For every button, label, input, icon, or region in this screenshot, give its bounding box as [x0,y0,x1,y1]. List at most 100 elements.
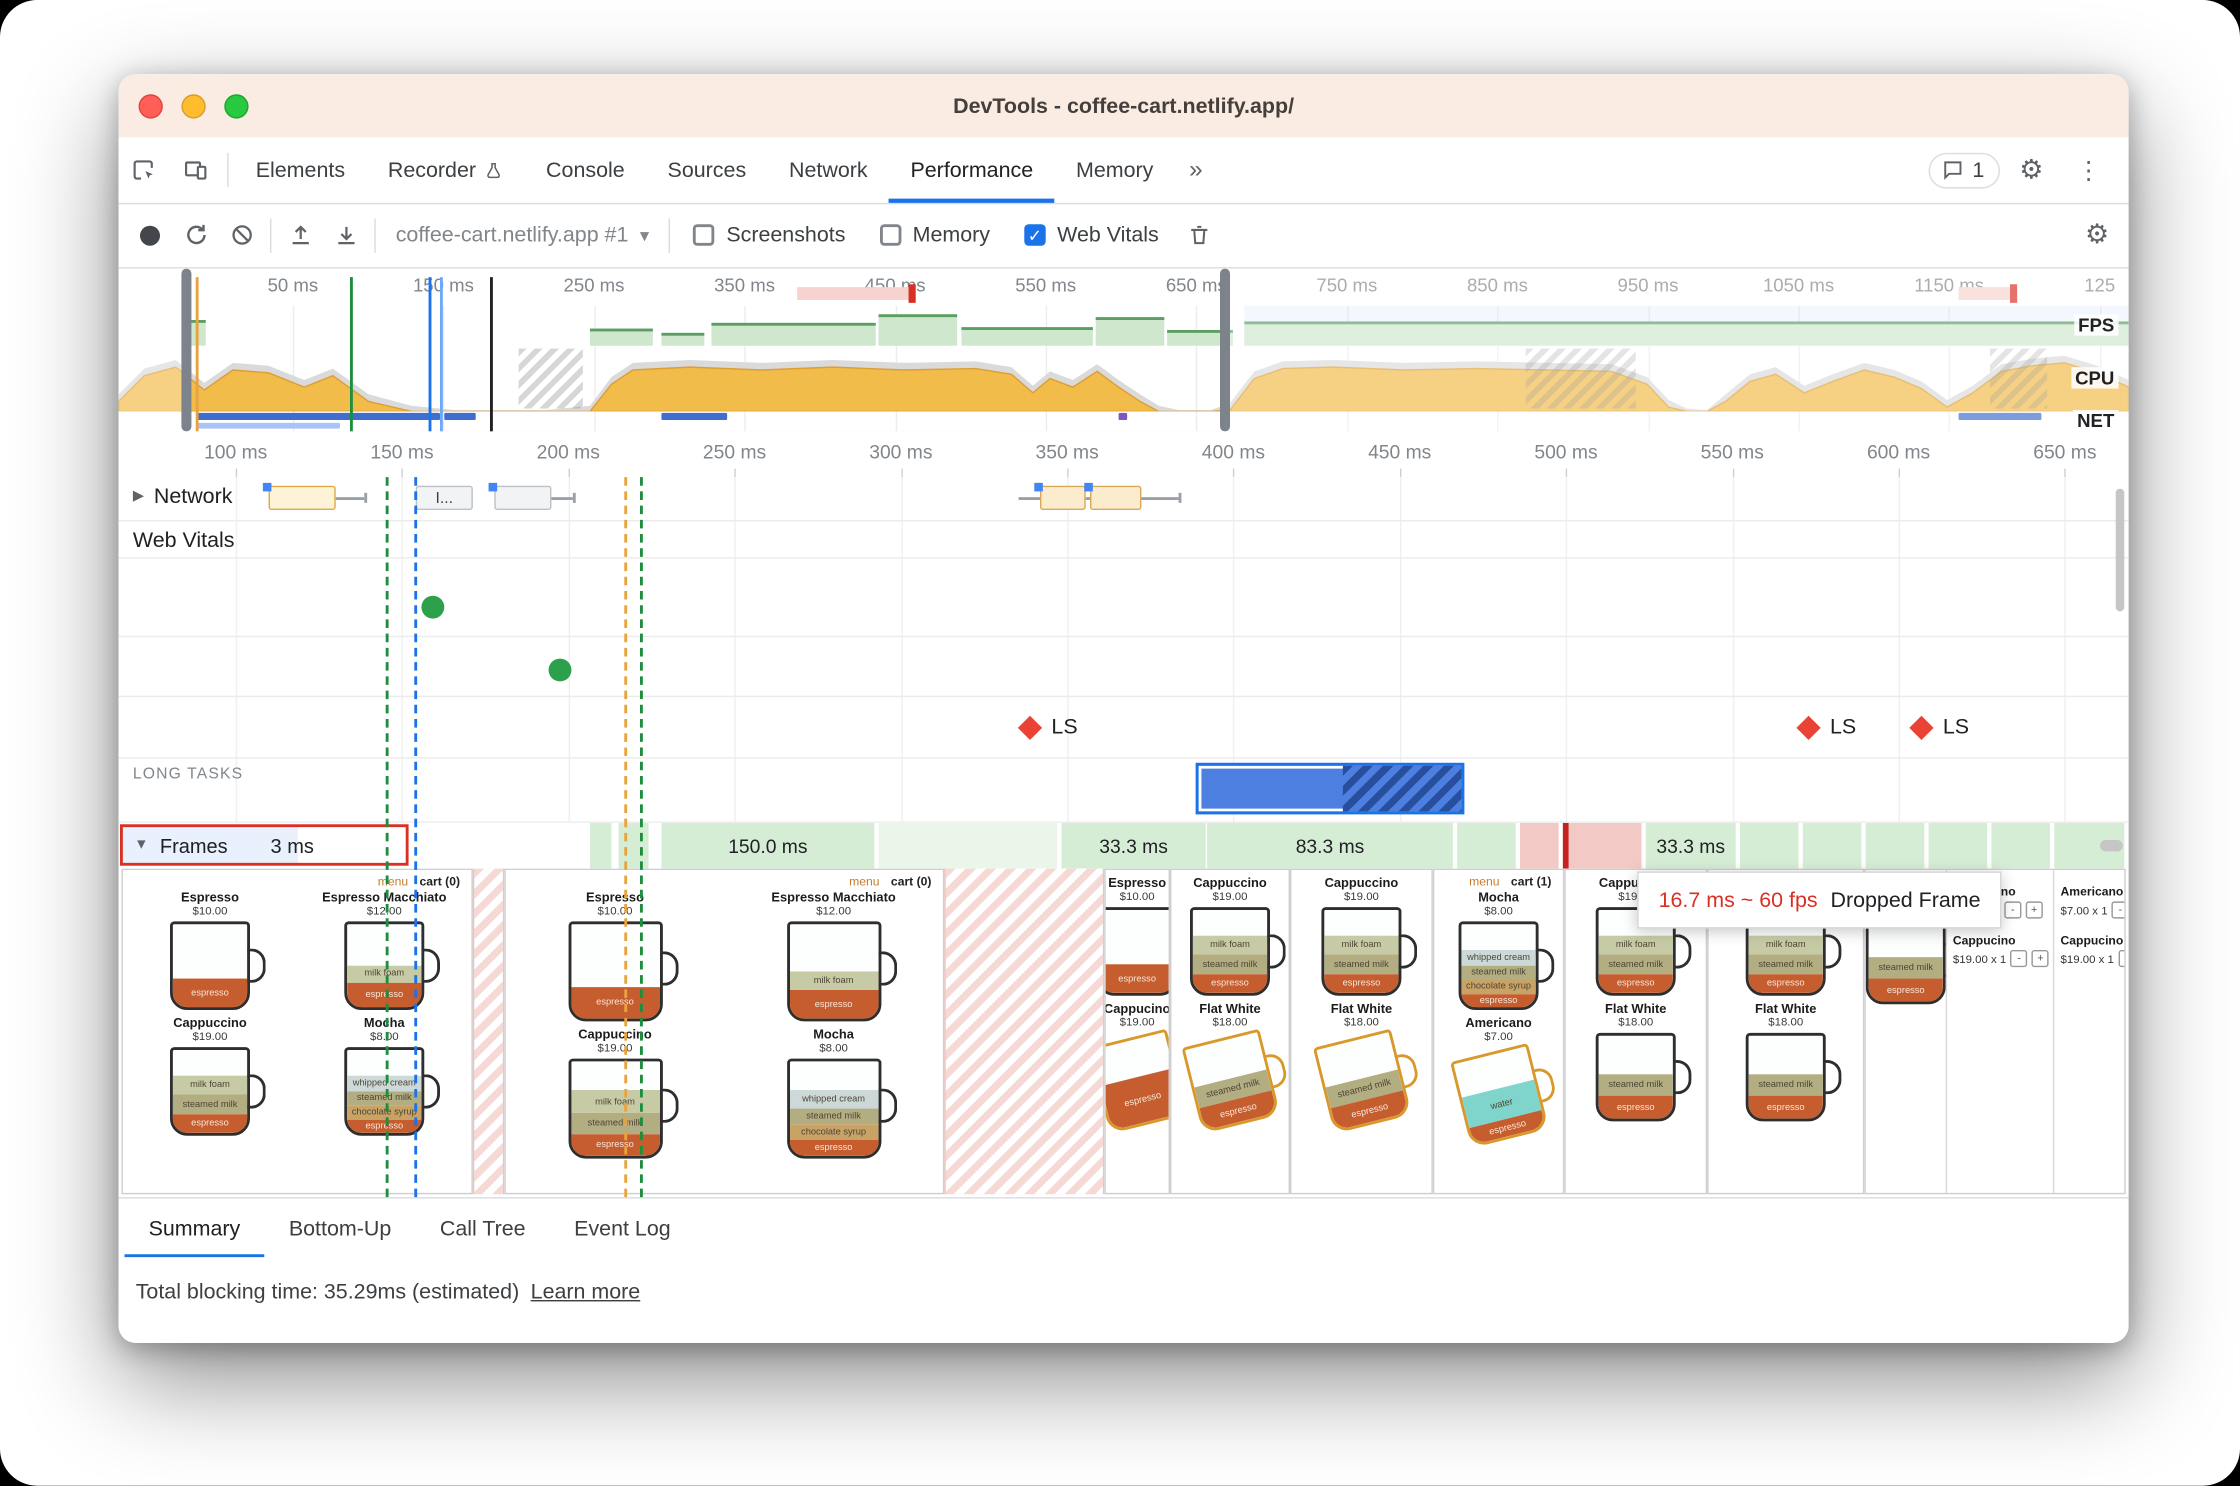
product-flat_white[interactable]: Flat White$18.00steamed milkespresso [1181,1001,1289,1134]
frame-segment-labeled[interactable]: 83.3 ms [1207,822,1455,869]
layout-shift-marker[interactable]: LS [1909,715,1969,739]
product-cappuccino[interactable]: Cappuccino$19.00milk foamsteamed milkesp… [1189,876,1286,996]
frame-segment[interactable] [589,822,613,869]
trash-icon[interactable] [1176,214,1222,257]
reload-and-record-icon[interactable] [173,214,219,257]
product-cappuccino[interactable]: Cappuccino$19.00milk foamsteamed milkesp… [123,1016,297,1136]
frame-segment[interactable] [1739,822,1800,869]
checkbox-screenshots[interactable]: Screenshots [693,223,845,247]
tab-network[interactable]: Network [768,137,889,203]
decrease-quantity-button[interactable]: - [2010,949,2028,968]
nav-menu-link[interactable]: menu [849,874,879,888]
product-cappucino[interactable]: Cappucino $19.00 espresso [1105,1001,1169,1134]
layout-shift-marker[interactable]: LS [1796,715,1856,739]
checkbox-memory[interactable]: Memory [879,223,990,247]
profile-select[interactable]: coffee-cart.netlify.app #1 ▾ [396,223,649,247]
product-mocha[interactable]: Mocha $8.00 whipped cream steamed milk choco… [297,1016,471,1136]
device-toolbar-icon[interactable] [170,146,221,195]
product-flat_white[interactable]: Flat White$18.00steamed milkespresso [1745,1001,1842,1122]
product-espresso[interactable]: Espresso $10.00 espresso [123,890,297,1010]
product-mocha[interactable]: Mocha $8.00 whipped cream steamed milk choco… [1458,890,1555,1010]
nav-cart-link[interactable]: cart (1) [1511,874,1551,888]
decrease-quantity-button[interactable]: - [2118,949,2125,968]
load-profile-icon[interactable] [277,214,323,257]
bottom-tab-event-log[interactable]: Event Log [550,1199,695,1259]
frame-segment[interactable] [1865,822,1926,869]
inspect-element-icon[interactable] [119,146,170,195]
network-request-bar[interactable] [494,485,552,510]
web-vitals-marker-dot[interactable] [548,658,572,682]
filmstrip-frame[interactable]: Cappuccino$19.00milk foamsteamed milkesp… [1289,868,1433,1195]
cart-item[interactable]: Cappucino$19.00 x 1-+ [1953,933,2050,968]
increase-quantity-button[interactable]: + [2031,949,2050,968]
product-espresso_macchiato[interactable]: Espresso Macchiato $12.00 milk foam espress… [724,890,943,1022]
bottom-tab-call-tree[interactable]: Call Tree [416,1199,550,1259]
settings-gear-icon[interactable]: ⚙ [2006,146,2057,195]
frame-segment[interactable] [1928,822,1989,869]
more-options-icon[interactable]: ⋮ [2063,146,2114,195]
bottom-tab-bottom-up[interactable]: Bottom-Up [265,1199,416,1259]
product-mocha[interactable]: Mocha $8.00 whipped cream steamed milk choco… [724,1027,943,1159]
tab-performance[interactable]: Performance [889,137,1055,203]
frame-segment[interactable] [1519,822,1560,869]
cart-item[interactable]: Cappucino$19.00 x 1-+ [2061,933,2125,968]
tab-recorder[interactable]: Recorder [366,137,524,203]
frame-segment[interactable] [1991,822,2052,869]
timeline-overview[interactable]: 50 ms 150 ms 250 ms 350 ms 450 ms 550 ms 650 m… [118,268,2129,433]
record-icon[interactable] [127,214,173,257]
nav-cart-link[interactable]: cart (0) [420,874,460,888]
product-cappuccino[interactable]: Cappuccino$19.00milk foamsteamed milkesp… [1321,876,1418,996]
increase-quantity-button[interactable]: + [2025,901,2043,919]
nav-menu-link[interactable]: menu [1469,874,1499,888]
clear-icon[interactable] [219,214,265,257]
product-cappuccino[interactable]: Cappuccino$19.00milk foamsteamed milkesp… [506,1027,725,1159]
nav-menu-link[interactable]: menu [378,874,408,888]
filmstrip-frame[interactable]: Cappuccino$19.00milk foamsteamed milkesp… [1169,868,1290,1195]
web-vitals-marker-dot[interactable] [421,595,445,619]
network-track-header[interactable]: ▶ Network [133,484,233,508]
product-flat_white[interactable]: Flat White$18.00steamed milkespresso [1595,1001,1692,1122]
tracks-scrollbar-thumb[interactable] [2115,488,2125,612]
issues-badge[interactable]: 1 [1928,152,2000,188]
filmstrip-frame[interactable]: menu cart (1) Mocha $8.00 whipped cream steam… [1432,868,1565,1195]
frame-segment[interactable] [618,822,650,869]
product-espresso[interactable]: Espresso $10.00 espresso [506,890,725,1022]
overview-left-handle[interactable] [181,268,192,432]
filmstrip-frame[interactable]: menu cart (0) Espresso $10.00 espresso Espres… [504,868,945,1195]
decrease-quantity-button[interactable]: - [2004,901,2022,919]
save-profile-icon[interactable] [323,214,369,257]
network-request-bar[interactable] [268,485,336,510]
long-task-bar-selected[interactable] [1195,762,1465,815]
frame-segment-labeled[interactable]: 33.3 ms [1061,822,1208,869]
tab-memory[interactable]: Memory [1055,137,1175,203]
product-espresso[interactable]: Espresso $10.00 espresso [1105,876,1169,996]
frame-segment-labeled[interactable]: 150.0 ms [661,822,876,869]
filmstrip-frame[interactable]: menu cart (0) Espresso $10.00 espresso Espres… [121,868,473,1195]
frames-track-header-selected[interactable]: ▼ Frames 3 ms [119,824,409,866]
nav-cart-link[interactable]: cart (0) [891,874,931,888]
decrease-quantity-button[interactable]: - [2111,901,2125,919]
overview-right-handle[interactable] [1219,268,1230,432]
frame-segment[interactable] [1802,822,1863,869]
network-request-bar[interactable] [1039,485,1086,510]
cart-item[interactable]: Americano $7.00 x 1-+ [2061,884,2125,919]
tab-sources[interactable]: Sources [646,137,767,203]
network-request-bar[interactable]: I... [415,485,473,510]
window-titlebar[interactable]: DevTools - coffee-cart.netlify.app/ [118,74,2129,139]
product-americano[interactable]: Americano $7.00 water espresso [1450,1016,1558,1149]
product-flat_white[interactable]: Flat White$18.00steamed milkespresso [1312,1001,1421,1134]
product-espresso_macchiato[interactable]: Espresso Macchiato $12.00 milk foam espress… [297,890,471,1010]
capture-settings-gear-icon[interactable]: ⚙ [2074,214,2120,257]
frames-scrollbar-thumb[interactable] [2099,839,2123,852]
layout-shift-marker[interactable]: LS [1017,715,1078,739]
filmstrip-frame[interactable]: Espresso $10.00 espresso Cappucino $19.00 esp… [1104,868,1170,1195]
web-vitals-track-header[interactable]: Web Vitals [133,529,235,553]
tab-console[interactable]: Console [525,137,646,203]
checkbox-web-vitals[interactable]: ✓ Web Vitals [1024,223,1159,247]
network-request-bar[interactable] [1089,485,1142,510]
more-panels-chevron[interactable]: » [1175,137,1217,203]
learn-more-link[interactable]: Learn more [531,1280,641,1304]
bottom-tab-summary[interactable]: Summary [124,1199,264,1259]
frame-segment[interactable] [878,822,1059,869]
tab-elements[interactable]: Elements [234,137,366,203]
